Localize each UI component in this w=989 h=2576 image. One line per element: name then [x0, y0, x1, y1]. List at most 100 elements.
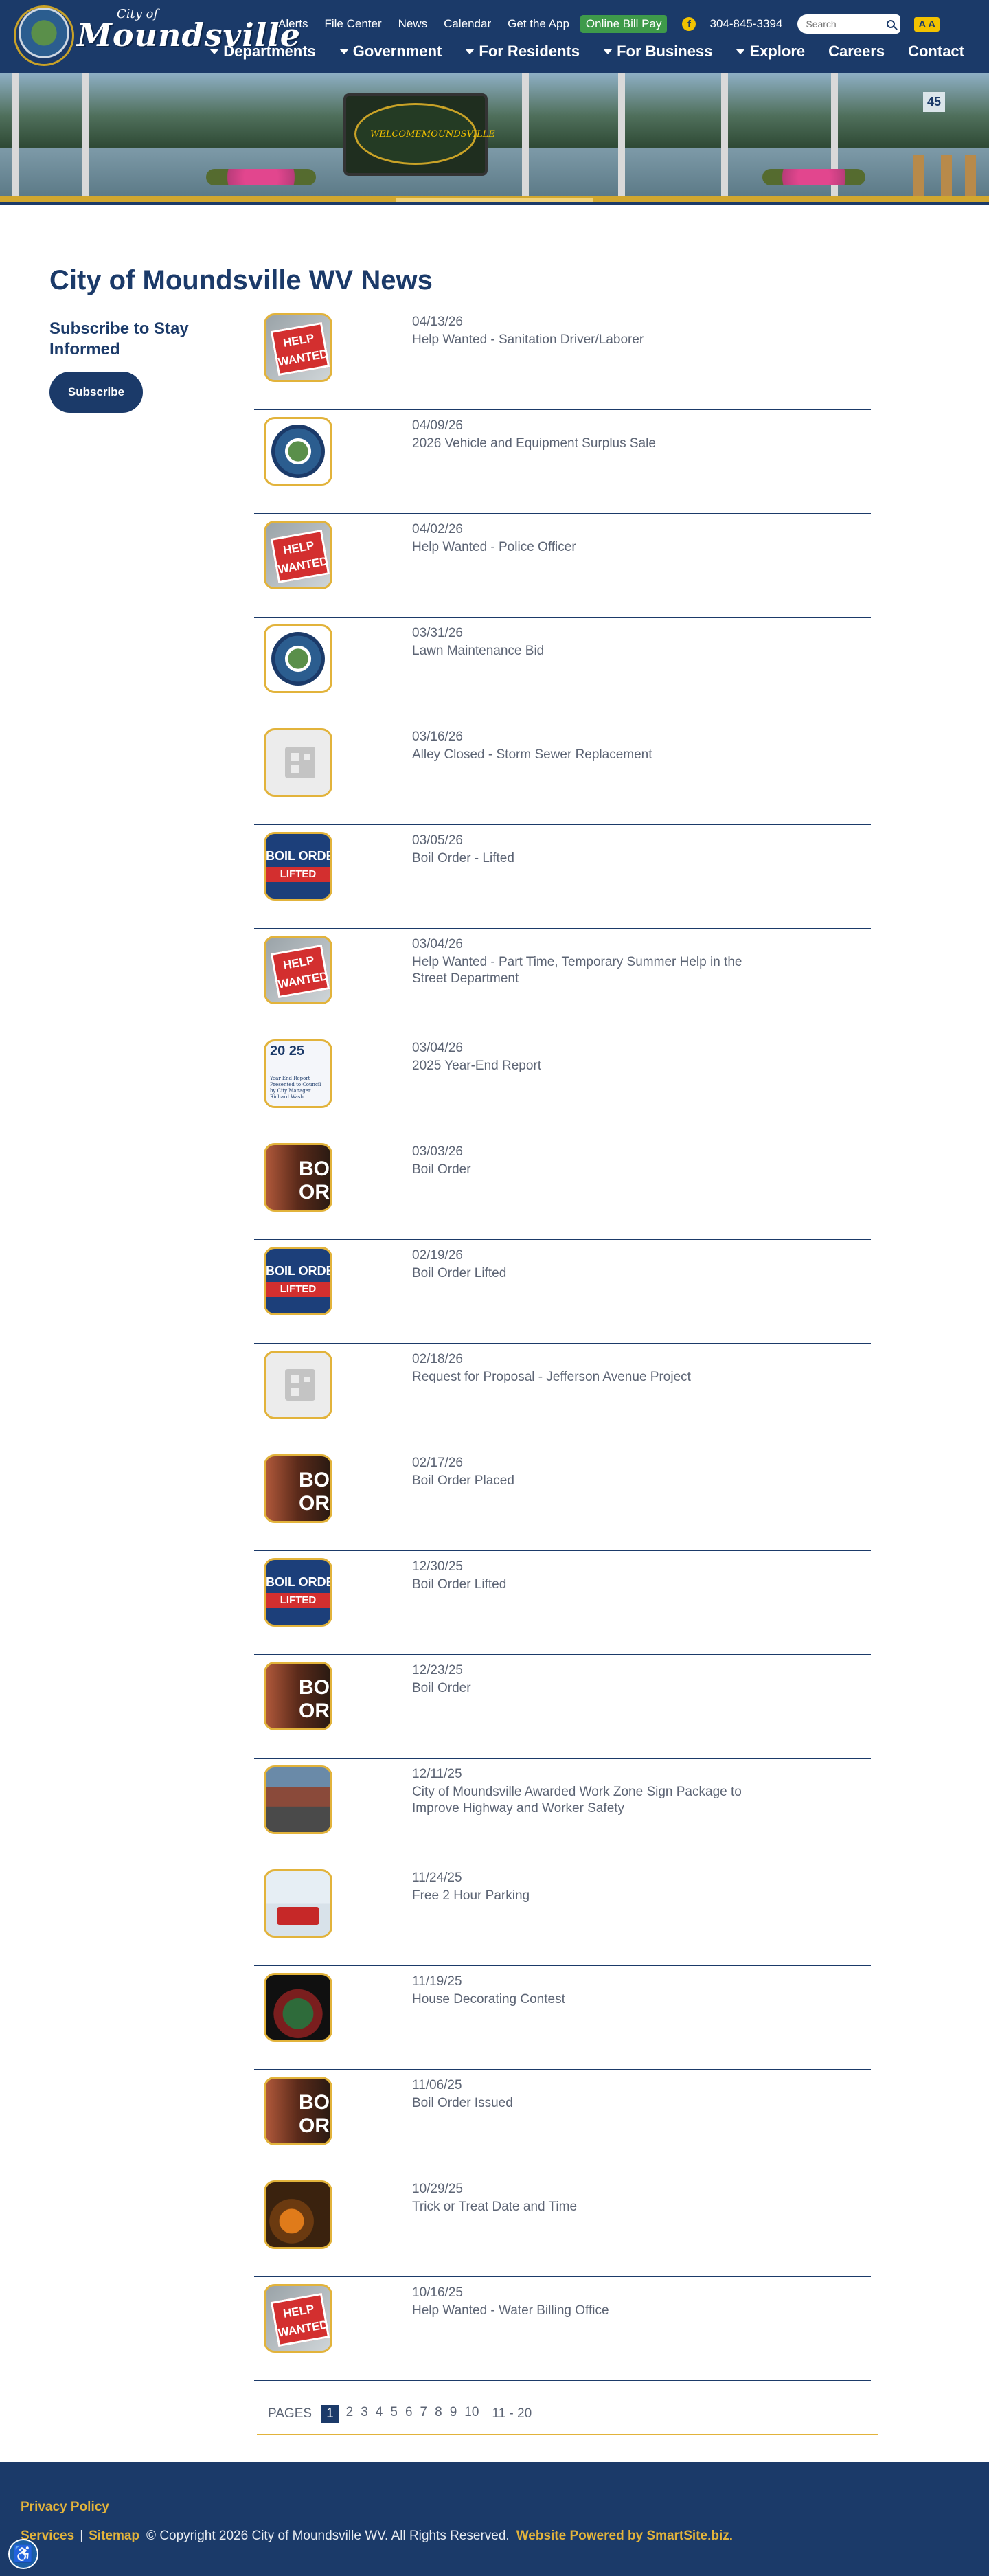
news-title-link[interactable]: Help Wanted - Part Time, Temporary Summe…	[412, 954, 769, 987]
flower-bed	[206, 169, 316, 185]
news-title-link[interactable]: Boil Order - Lifted	[412, 850, 769, 867]
news-list-item[interactable]: BOORD 03/03/26 Boil Order	[254, 1136, 871, 1240]
search-input[interactable]	[797, 14, 880, 34]
news-placeholder-thumbnail[interactable]	[264, 1351, 332, 1419]
news-title-link[interactable]: 2026 Vehicle and Equipment Surplus Sale	[412, 436, 769, 452]
work-zone-thumbnail[interactable]	[264, 1765, 332, 1834]
news-title-link[interactable]: Lawn Maintenance Bid	[412, 643, 769, 659]
news-list-item[interactable]: 10/29/25 Trick or Treat Date and Time	[254, 2173, 871, 2277]
city-seal-thumbnail[interactable]	[264, 624, 332, 693]
news-title-link[interactable]: Help Wanted - Water Billing Office	[412, 2303, 769, 2319]
pagination-next-range[interactable]: 11 - 20	[492, 2406, 532, 2421]
accessibility-icon[interactable]: ♿	[8, 2539, 38, 2569]
nav-careers[interactable]: Careers	[828, 43, 885, 60]
facebook-icon[interactable]: f	[682, 17, 696, 31]
boil-order-lifted-thumbnail[interactable]: BOIL ORDER LIFTED	[264, 1558, 332, 1627]
news-title-link[interactable]: Boil Order Issued	[412, 2095, 769, 2112]
holiday-truck-thumbnail[interactable]	[264, 1869, 332, 1938]
news-title-link[interactable]: City of Moundsville Awarded Work Zone Si…	[412, 1784, 769, 1817]
boil-order-lifted-thumbnail[interactable]: BOIL ORDER LIFTED	[264, 832, 332, 901]
pagination-page-5[interactable]: 5	[390, 2405, 398, 2423]
news-title-link[interactable]: House Decorating Contest	[412, 1991, 769, 2008]
help-wanted-thumbnail[interactable]: HELP WANTED	[264, 936, 332, 1004]
news-title-link[interactable]: Request for Proposal - Jefferson Avenue …	[412, 1369, 769, 1386]
pagination-page-7[interactable]: 7	[420, 2405, 428, 2423]
nav-contact[interactable]: Contact	[908, 43, 964, 60]
news-title-link[interactable]: Boil Order Placed	[412, 1473, 769, 1489]
news-title-link[interactable]: Boil Order Lifted	[412, 1265, 769, 1282]
boil-order-thumbnail[interactable]: BOORD	[264, 1454, 332, 1523]
year-end-report-thumbnail[interactable]: 20 25 Year End Report Presented to Counci…	[264, 1039, 332, 1108]
powered-by-link[interactable]: Website Powered by SmartSite.biz.	[516, 2529, 733, 2544]
news-title-link[interactable]: Boil Order	[412, 1680, 769, 1697]
news-title-link[interactable]: Alley Closed - Storm Sewer Replacement	[412, 747, 769, 763]
privacy-policy-link[interactable]: Privacy Policy	[21, 2500, 109, 2515]
city-seal-icon	[14, 5, 74, 66]
news-date: 04/09/26	[412, 418, 463, 433]
news-list-item[interactable]: 02/18/26 Request for Proposal - Jefferson…	[254, 1344, 871, 1447]
search-button[interactable]	[880, 14, 901, 34]
news-title-link[interactable]: Boil Order Lifted	[412, 1577, 769, 1593]
subscribe-button[interactable]: Subscribe	[49, 372, 143, 413]
pagination-page-3[interactable]: 3	[361, 2405, 368, 2423]
news-list-item[interactable]: BOORD 11/06/25 Boil Order Issued	[254, 2070, 871, 2173]
nav-explore[interactable]: Explore	[736, 43, 805, 60]
help-wanted-thumbnail[interactable]: HELP WANTED	[264, 521, 332, 589]
news-list-item[interactable]: HELP WANTED 03/04/26 Help Wanted - Part Tim…	[254, 929, 871, 1032]
news-list-item[interactable]: BOIL ORDER LIFTED 03/05/26 Boil Order - Lif…	[254, 825, 871, 929]
news-title-link[interactable]: Boil Order	[412, 1162, 769, 1178]
news-list-item[interactable]: HELP WANTED 04/13/26 Help Wanted - Sanitati…	[254, 306, 871, 410]
nav-government[interactable]: Government	[339, 43, 442, 60]
news-date: 03/31/26	[412, 626, 463, 640]
pagination-page-6[interactable]: 6	[405, 2405, 413, 2423]
pagination-page-1[interactable]: 1	[321, 2405, 339, 2423]
city-seal-thumbnail[interactable]	[264, 417, 332, 486]
pagination: PAGES 1 2 3 4 5 6 7 8 9 10 11 - 20	[257, 2393, 878, 2435]
boil-order-thumbnail[interactable]: BOORD	[264, 2077, 332, 2145]
news-list-item[interactable]: 03/16/26 Alley Closed - Storm Sewer Repla…	[254, 721, 871, 825]
news-list-item[interactable]: 03/31/26 Lawn Maintenance Bid	[254, 618, 871, 721]
boil-order-thumbnail[interactable]: BOORD	[264, 1662, 332, 1730]
boil-order-thumbnail[interactable]: BOORD	[264, 1143, 332, 1212]
news-list-item[interactable]: BOIL ORDER LIFTED 02/19/26 Boil Order Lifte…	[254, 1240, 871, 1344]
news-title-link[interactable]: Free 2 Hour Parking	[412, 1888, 769, 1904]
news-list-item[interactable]: 04/09/26 2026 Vehicle and Equipment Surpl…	[254, 410, 871, 514]
slider-indicator[interactable]	[396, 198, 593, 202]
news-list-item[interactable]: 11/19/25 House Decorating Contest	[254, 1966, 871, 2070]
online-bill-pay-button[interactable]: Online Bill Pay	[580, 15, 668, 33]
boil-order-lifted-thumbnail[interactable]: BOIL ORDER LIFTED	[264, 1247, 332, 1315]
news-list-item[interactable]: 12/11/25 City of Moundsville Awarded Work…	[254, 1759, 871, 1862]
help-wanted-thumbnail[interactable]: HELP WANTED	[264, 313, 332, 382]
news-title-link[interactable]: Help Wanted - Police Officer	[412, 539, 769, 556]
nav-departments[interactable]: Departments	[209, 43, 316, 60]
sitemap-link[interactable]: Sitemap	[89, 2529, 139, 2544]
phone-link[interactable]: 304-845-3394	[709, 17, 782, 31]
news-title-link[interactable]: Help Wanted - Sanitation Driver/Laborer	[412, 332, 769, 348]
pagination-page-4[interactable]: 4	[376, 2405, 383, 2423]
news-list-item[interactable]: 20 25 Year End Report Presented to Counci…	[254, 1032, 871, 1136]
nav-for-business[interactable]: For Business	[603, 43, 712, 60]
help-wanted-thumbnail[interactable]: HELP WANTED	[264, 2284, 332, 2353]
pagination-page-8[interactable]: 8	[435, 2405, 442, 2423]
utility-link-calendar[interactable]: Calendar	[444, 17, 491, 31]
news-list-item[interactable]: BOORD 12/23/25 Boil Order	[254, 1655, 871, 1759]
news-list-item[interactable]: HELP WANTED 10/16/25 Help Wanted - Water Bi…	[254, 2277, 871, 2381]
halloween-thumbnail[interactable]	[264, 2180, 332, 2249]
nav-for-residents[interactable]: For Residents	[465, 43, 580, 60]
pagination-page-2[interactable]: 2	[346, 2405, 354, 2423]
holiday-house-thumbnail[interactable]	[264, 1973, 332, 2042]
text-size-toggle[interactable]: A A	[914, 16, 940, 32]
news-title-link[interactable]: Trick or Treat Date and Time	[412, 2199, 769, 2215]
news-title-link[interactable]: 2025 Year-End Report	[412, 1058, 769, 1074]
pagination-page-9[interactable]: 9	[450, 2405, 457, 2423]
utility-link-file-center[interactable]: File Center	[324, 17, 381, 31]
utility-link-get-app[interactable]: Get the App	[508, 17, 569, 31]
news-list-item[interactable]: BOORD 02/17/26 Boil Order Placed	[254, 1447, 871, 1551]
news-list-item[interactable]: HELP WANTED 04/02/26 Help Wanted - Police O…	[254, 514, 871, 618]
pagination-page-10[interactable]: 10	[464, 2405, 479, 2423]
news-placeholder-thumbnail[interactable]	[264, 728, 332, 797]
utility-link-news[interactable]: News	[398, 17, 428, 31]
utility-link-alerts[interactable]: Alerts	[278, 17, 308, 31]
news-list-item[interactable]: 11/24/25 Free 2 Hour Parking	[254, 1862, 871, 1966]
news-list-item[interactable]: BOIL ORDER LIFTED 12/30/25 Boil Order Lifte…	[254, 1551, 871, 1655]
